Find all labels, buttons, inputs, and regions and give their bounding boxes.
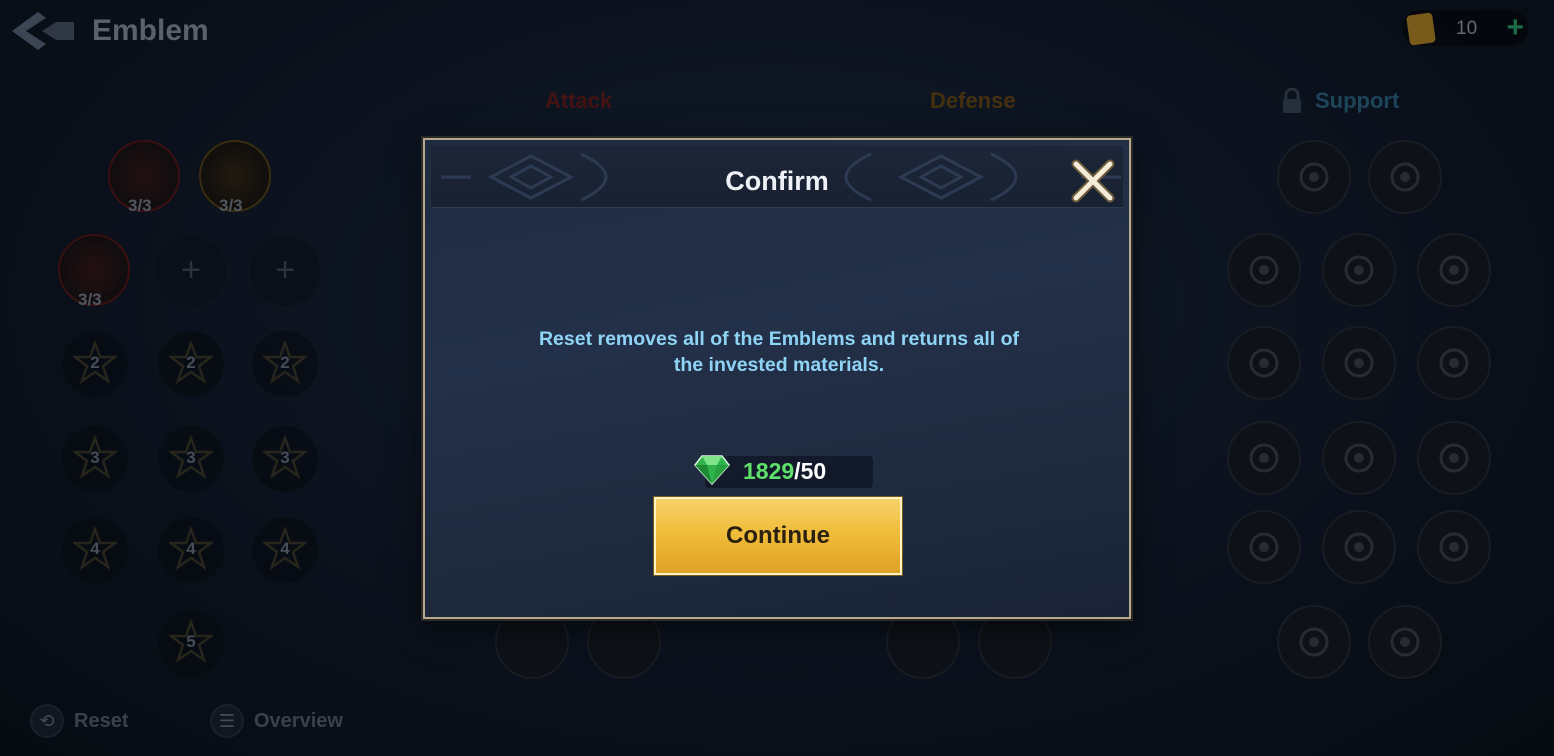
cost-text: 1829/50 [743, 458, 826, 485]
continue-button[interactable]: Continue [654, 497, 902, 575]
dialog-header: Confirm [431, 146, 1123, 208]
confirm-dialog: Confirm Reset removes all of the Emblems… [423, 138, 1131, 619]
dialog-message: Reset removes all of the Emblems and ret… [538, 328, 1020, 376]
close-icon[interactable] [1068, 156, 1118, 206]
dialog-title: Confirm [725, 166, 829, 196]
emerald-gem-icon [694, 455, 730, 486]
cost-required: 50 [800, 458, 827, 484]
cost-owned: 1829 [743, 458, 795, 484]
